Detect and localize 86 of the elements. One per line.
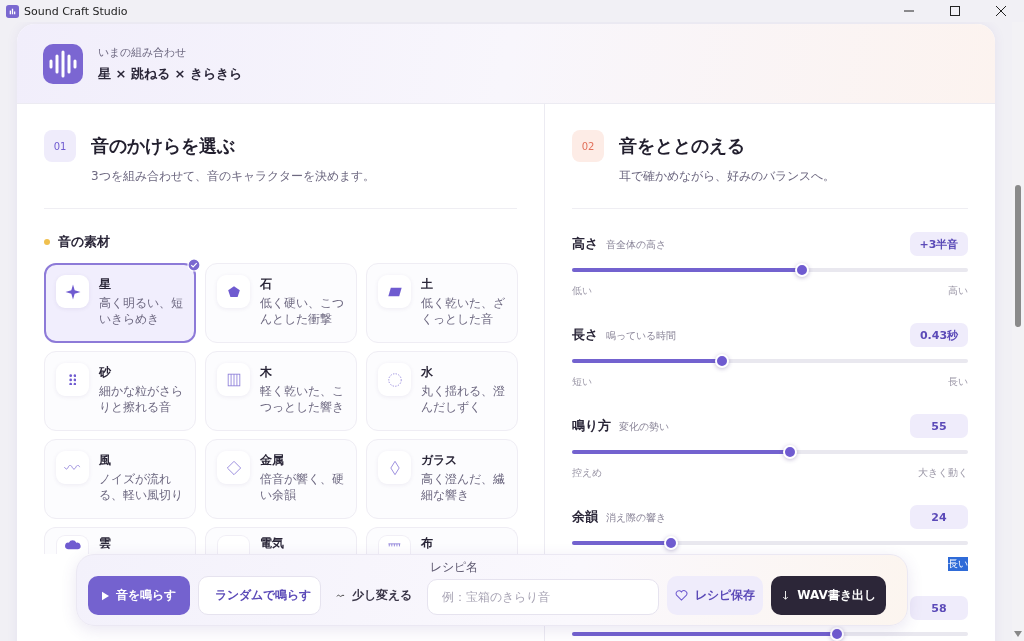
dots-icon bbox=[68, 373, 77, 386]
material-name: 星 bbox=[99, 276, 112, 293]
slider-hint: 音全体の高さ bbox=[606, 238, 666, 252]
material-name: ガラス bbox=[421, 452, 458, 469]
export-wav-button[interactable]: WAV書き出し bbox=[771, 576, 886, 615]
material-card[interactable]: 布 bbox=[366, 527, 518, 554]
slider-max-label: 長い bbox=[948, 557, 968, 571]
random-play-button[interactable]: ランダムで鳴らす bbox=[198, 576, 321, 615]
material-card[interactable]: 木 軽く乾いた、こつっとした響き bbox=[205, 351, 357, 431]
material-description: 低く硬い、こつんとした衝撃 bbox=[260, 296, 345, 328]
download-icon bbox=[781, 591, 791, 600]
bullet-dot bbox=[44, 239, 50, 245]
slider-max-label: 高い bbox=[948, 284, 968, 298]
tweak-button[interactable]: 少し変える bbox=[329, 576, 419, 615]
play-icon bbox=[102, 589, 109, 602]
material-name: 金属 bbox=[260, 452, 285, 469]
window-title: Sound Craft Studio bbox=[24, 4, 128, 18]
material-card[interactable]: 雲 bbox=[44, 527, 196, 554]
group-title: 音の素材 bbox=[58, 233, 110, 251]
material-card[interactable]: 石 低く硬い、こつんとした衝撃 bbox=[205, 263, 357, 343]
combination-label: いまの組み合わせ bbox=[98, 44, 187, 60]
value-badge: 0.43秒 bbox=[910, 323, 968, 347]
material-card[interactable]: 風 ノイズが流れる、軽い風切り bbox=[44, 439, 196, 519]
section-title: 音をととのえる bbox=[619, 134, 745, 158]
material-name: 砂 bbox=[99, 364, 112, 381]
slider-label: 鳴り方 bbox=[572, 417, 611, 435]
slider-hint: 消え際の響き bbox=[606, 511, 666, 525]
scrollbar-thumb[interactable] bbox=[1015, 185, 1021, 327]
wave-icon bbox=[64, 465, 81, 470]
slider-thumb[interactable] bbox=[830, 627, 845, 641]
save-recipe-button[interactable]: レシピ保存 bbox=[667, 576, 763, 615]
value-badge: 24 bbox=[910, 505, 968, 529]
material-card[interactable]: 金属 倍音が響く、硬い余韻 bbox=[205, 439, 357, 519]
play-button[interactable]: 音を鳴らす bbox=[88, 576, 190, 615]
material-name: 雲 bbox=[99, 535, 111, 552]
step-number: 02 bbox=[572, 130, 604, 162]
material-card[interactable]: 土 低く乾いた、ざくっとした音 bbox=[366, 263, 518, 343]
check-icon bbox=[187, 258, 201, 272]
section-title: 音のかけらを選ぶ bbox=[91, 134, 235, 158]
slider-thumb[interactable] bbox=[782, 445, 797, 459]
material-name: 布 bbox=[421, 535, 433, 552]
material-description: 倍音が響く、硬い余韻 bbox=[260, 472, 345, 504]
material-name: 木 bbox=[260, 364, 273, 381]
slider-hint: 変化の勢い bbox=[619, 420, 669, 434]
material-description: 高く澄んだ、繊細な響き bbox=[421, 472, 506, 504]
recipe-name-field[interactable]: 例：宝箱のきらり音 bbox=[427, 579, 659, 615]
step-number: 01 bbox=[44, 130, 76, 162]
value-badge: 55 bbox=[910, 414, 968, 438]
material-description: 高く明るい、短いきらめき bbox=[99, 296, 184, 328]
material-name: 土 bbox=[421, 276, 434, 293]
slider-max-label: 長い bbox=[948, 375, 968, 389]
slider-label: 高さ bbox=[572, 235, 598, 253]
slider-max-label: 大きく動く bbox=[918, 466, 968, 480]
value-badge: 58 bbox=[910, 596, 968, 620]
heart-icon bbox=[675, 590, 688, 601]
scroll-down-icon[interactable] bbox=[1014, 631, 1022, 637]
slider-thumb[interactable] bbox=[794, 263, 809, 277]
material-description: 丸く揺れる、澄んだしずく bbox=[421, 384, 506, 416]
slider-min-label: 短い bbox=[572, 375, 592, 389]
material-card[interactable]: 電気 bbox=[205, 527, 357, 554]
material-description: 細かな粒がさらりと擦れる音 bbox=[99, 384, 184, 416]
slider-min-label: 低い bbox=[572, 284, 592, 298]
material-name: 電気 bbox=[260, 535, 284, 552]
field-label: レシピ名 bbox=[429, 559, 479, 576]
slider-hint: 鳴っている時間 bbox=[606, 329, 676, 343]
material-card[interactable]: ガラス 高く澄んだ、繊細な響き bbox=[366, 439, 518, 519]
material-description: ノイズが流れる、軽い風切り bbox=[99, 472, 184, 504]
hatch-icon bbox=[388, 543, 401, 548]
material-description: 軽く乾いた、こつっとした響き bbox=[260, 384, 345, 416]
waveform-icon bbox=[43, 43, 83, 84]
material-card[interactable]: 水 丸く揺れる、澄んだしずく bbox=[366, 351, 518, 431]
value-badge: +3半音 bbox=[910, 232, 968, 256]
material-name: 風 bbox=[99, 452, 112, 469]
section-subtitle: 3つを組み合わせて、音のキャラクターを決めます。 bbox=[91, 168, 376, 185]
slider-label: 長さ bbox=[572, 326, 598, 344]
material-name: 水 bbox=[421, 364, 434, 381]
material-description: 低く乾いた、ざくっとした音 bbox=[421, 296, 506, 328]
slider-thumb[interactable] bbox=[664, 536, 678, 550]
slider-label: 余韻 bbox=[572, 508, 598, 526]
material-name: 石 bbox=[260, 276, 273, 293]
section-subtitle: 耳で確かめながら、好みのバランスへ。 bbox=[619, 168, 836, 185]
app-logo-icon bbox=[6, 4, 19, 18]
material-card[interactable]: 砂 細かな粒がさらりと擦れる音 bbox=[44, 351, 196, 431]
combination-text: 星 × 跳ねる × きらきら bbox=[98, 64, 242, 83]
slider-min-label: 控えめ bbox=[572, 466, 602, 480]
slider-thumb[interactable] bbox=[715, 354, 730, 368]
